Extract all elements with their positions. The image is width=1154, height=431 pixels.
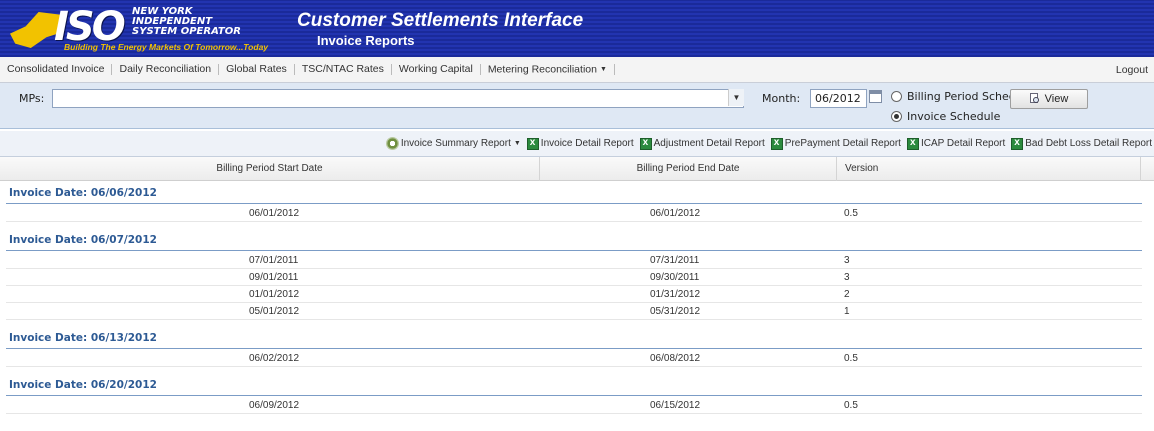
page-subtitle: Invoice Reports [317,33,415,48]
logo-org-name: NEW YORK INDEPENDENT SYSTEM OPERATOR [132,7,241,37]
cell-version: 3 [844,272,850,283]
cell-start-date: 06/01/2012 [249,208,300,219]
nav-metering-label: Metering Reconciliation [487,63,597,76]
table-row[interactable]: 06/01/2012 06/01/2012 0.5 [6,205,1142,222]
group-title: Invoice Date: 06/20/2012 [9,379,157,391]
app-title: Customer Settlements Interface [297,10,584,31]
invoice-detail-report-label: Invoice Detail Report [540,138,634,149]
excel-icon [639,137,652,150]
group-divider [6,395,1142,396]
excel-icon [1011,137,1024,150]
table-row[interactable]: 06/02/2012 06/08/2012 0.5 [6,350,1142,367]
invoice-summary-report-menu[interactable]: Invoice Summary Report ▼ [385,137,521,150]
nav-consolidated-invoice[interactable]: Consolidated Invoice [0,64,113,75]
invoice-detail-report-button[interactable]: Invoice Detail Report [526,137,634,150]
group-divider [6,348,1142,349]
view-button-label: View [1044,93,1069,105]
radio-invoice-schedule[interactable]: Invoice Schedule [891,110,1000,123]
adjustment-detail-report-label: Adjustment Detail Report [653,138,765,149]
radio-selected-icon [891,111,902,122]
cell-start-date: 07/01/2011 [249,255,299,266]
cell-end-date: 07/31/2011 [650,255,700,266]
filter-panel: MPs: ▼ Month: 06/2012 Billing Period Sch… [0,83,1154,129]
table-header: Billing Period Start Date Billing Period… [0,157,1154,181]
logout-link[interactable]: Logout [1116,64,1154,76]
chevron-down-icon: ▼ [599,65,607,73]
main-nav: Consolidated Invoice Daily Reconciliatio… [0,57,1154,83]
nav-tsc-ntac-rates[interactable]: TSC/NTAC Rates [295,64,392,75]
gear-icon [385,137,399,150]
nav-global-rates[interactable]: Global Rates [219,64,295,75]
nyiso-logo: ISO NEW YORK INDEPENDENT SYSTEM OPERATOR… [4,4,284,53]
table-row[interactable]: 06/09/2012 06/15/2012 0.5 [6,397,1142,414]
group-divider [6,250,1142,251]
table-row[interactable]: 05/01/2012 05/31/2012 1 [6,303,1142,320]
cell-end-date: 06/01/2012 [650,208,701,219]
calendar-icon[interactable] [869,90,882,103]
group-title: Invoice Date: 06/13/2012 [9,332,157,344]
nav-working-capital[interactable]: Working Capital [392,64,481,75]
month-label: Month: [762,92,801,105]
mps-select[interactable] [52,89,744,108]
column-header-version[interactable]: Version [837,157,1141,181]
logo-tagline: Building The Energy Markets Of Tomorrow.… [64,42,269,52]
nav-metering-reconciliation[interactable]: Metering Reconciliation ▼ [481,63,615,76]
invoice-summary-report-label: Invoice Summary Report [400,138,511,149]
prepayment-detail-report-button[interactable]: PrePayment Detail Report [770,137,901,150]
table-row[interactable]: 09/01/2011 09/30/2011 3 [6,269,1142,286]
excel-icon [770,137,783,150]
cell-version: 3 [844,255,850,266]
chevron-down-icon: ▼ [513,140,521,147]
excel-icon [526,137,539,150]
cell-end-date: 09/30/2011 [650,272,700,283]
nav-daily-reconciliation[interactable]: Daily Reconciliation [112,64,220,75]
cell-end-date: 01/31/2012 [650,289,701,300]
report-toolbar: Invoice Summary Report▼ Invoice Detail R… [0,131,1154,157]
cell-version: 0.5 [844,208,858,219]
column-header-end-date[interactable]: Billing Period End Date [540,157,837,181]
radio-invoice-label: Invoice Schedule [907,110,1001,123]
cell-start-date: 06/09/2012 [249,400,300,411]
logo-org-line: SYSTEM OPERATOR [132,26,241,37]
preview-icon [1029,93,1040,105]
cell-start-date: 06/02/2012 [249,353,300,364]
cell-version: 0.5 [844,400,858,411]
cell-end-date: 06/15/2012 [650,400,701,411]
adjustment-detail-report-button[interactable]: Adjustment Detail Report [639,137,765,150]
excel-icon [906,137,919,150]
prepayment-detail-report-label: PrePayment Detail Report [784,138,901,149]
bad-debt-loss-detail-report-button[interactable]: Bad Debt Loss Detail Report [1011,137,1152,150]
icap-detail-report-label: ICAP Detail Report [920,138,1006,149]
cell-end-date: 06/08/2012 [650,353,701,364]
cell-start-date: 01/01/2012 [249,289,300,300]
column-header-start-date[interactable]: Billing Period Start Date [0,157,540,181]
cell-version: 0.5 [844,353,858,364]
table-row[interactable]: 07/01/2011 07/31/2011 3 [6,252,1142,269]
group-title: Invoice Date: 06/07/2012 [9,234,157,246]
icap-detail-report-button[interactable]: ICAP Detail Report [906,137,1006,150]
month-input[interactable]: 06/2012 [810,89,867,108]
bad-debt-loss-detail-report-label: Bad Debt Loss Detail Report [1025,138,1152,149]
radio-icon [891,91,902,102]
group-divider [6,203,1142,204]
cell-start-date: 05/01/2012 [249,306,300,317]
mps-label: MPs: [19,92,45,105]
group-title: Invoice Date: 06/06/2012 [9,187,157,199]
cell-version: 1 [844,306,850,317]
cell-end-date: 05/31/2012 [650,306,701,317]
table-row[interactable]: 01/01/2012 01/31/2012 2 [6,286,1142,303]
cell-version: 2 [844,289,850,300]
view-button[interactable]: View [1010,89,1088,109]
cell-start-date: 09/01/2011 [249,272,299,283]
header-banner: ISO NEW YORK INDEPENDENT SYSTEM OPERATOR… [0,0,1154,57]
